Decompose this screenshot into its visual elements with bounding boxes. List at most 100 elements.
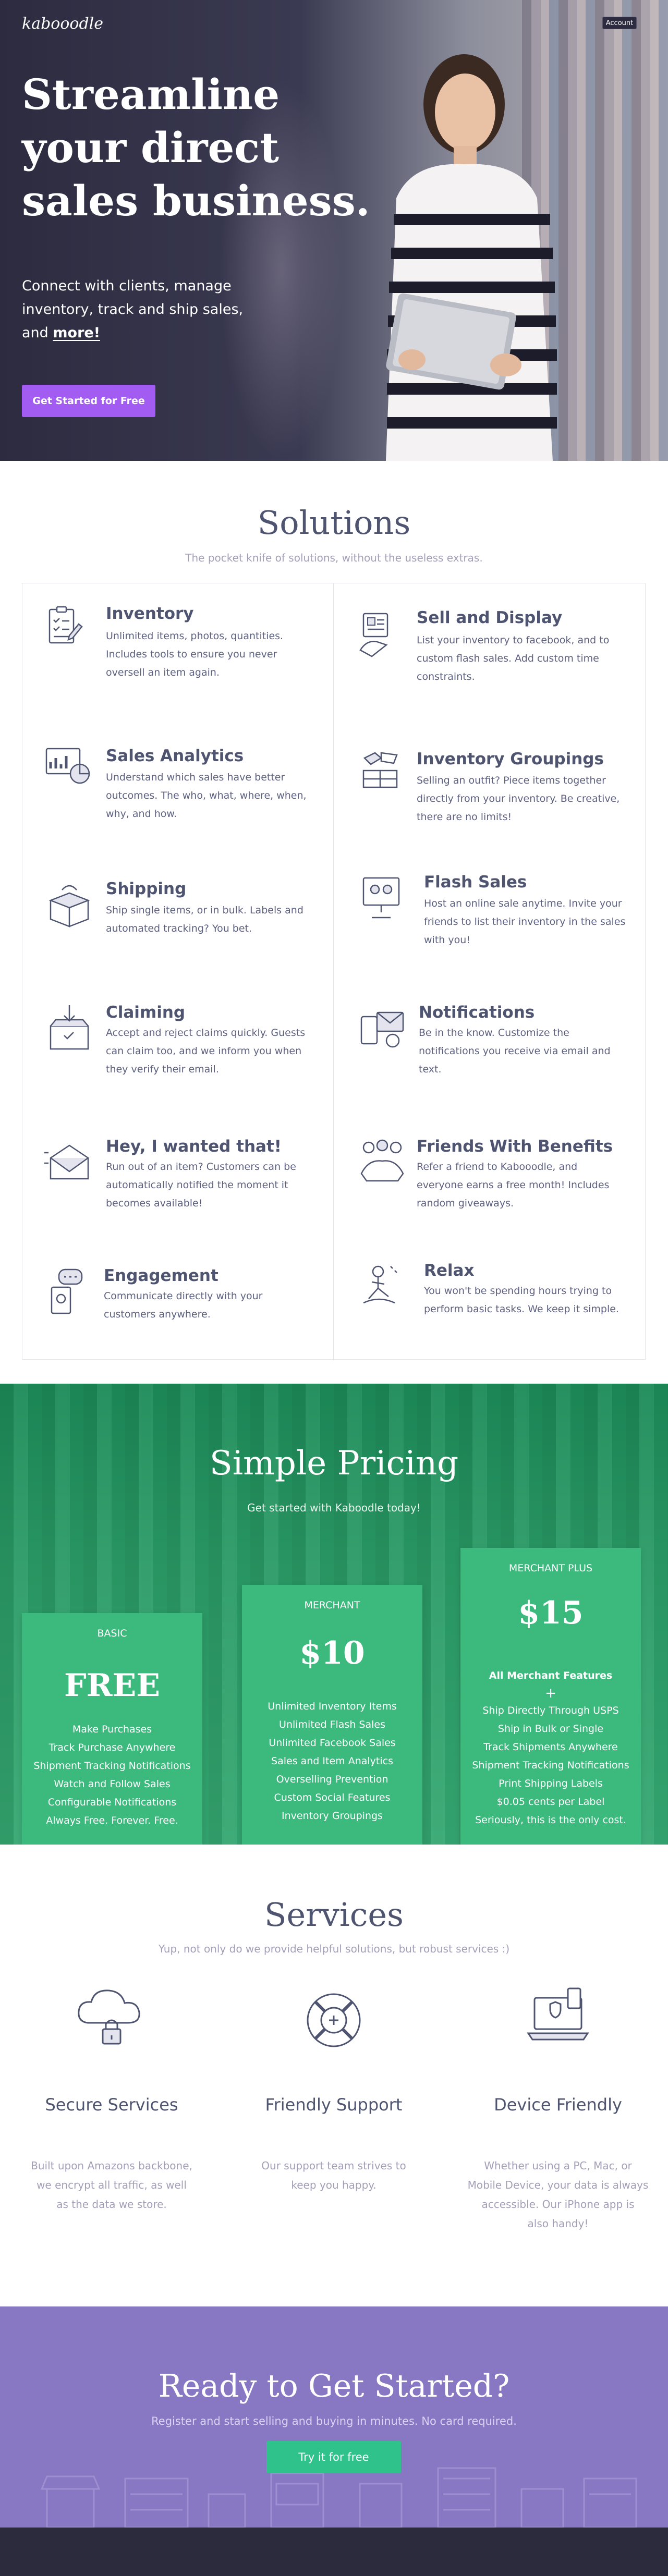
relax-icon xyxy=(363,1265,397,1304)
service-desc-line: Built upon Amazons backbone, xyxy=(31,2159,192,2172)
service-desc: Whether using a PC, Mac, or Mobile Devic… xyxy=(459,2156,657,2233)
groupings-icon xyxy=(362,752,398,788)
plan-feature: Shipment Tracking Notifications xyxy=(472,1760,629,1771)
solution-title: Friends With Benefits xyxy=(417,1137,613,1156)
notification-icon xyxy=(360,1011,404,1048)
solutions-grid: Inventory Unlimited items, photos, quant… xyxy=(22,583,646,1360)
solutions-divider xyxy=(333,583,334,1360)
solution-desc: Host an online sale anytime. Invite your… xyxy=(424,898,626,946)
solution-title: Sell and Display xyxy=(417,608,563,627)
plan-feature: Make Purchases xyxy=(72,1724,152,1735)
plan-name: BASIC xyxy=(97,1628,127,1639)
service-desc-line: keep you happy. xyxy=(291,2179,376,2191)
box-icon xyxy=(48,885,90,927)
plan-price: $10 xyxy=(299,1635,365,1671)
hero-section: kabooodle Account Streamline your direct… xyxy=(0,0,668,461)
claim-box-icon xyxy=(50,1005,89,1050)
solution-desc: Accept and reject claims quickly. Guests… xyxy=(106,1027,306,1075)
plan-merchant[interactable]: MERCHANT $10 Unlimited Inventory Items U… xyxy=(242,1585,422,1845)
pricing-subtitle: Get started with Kaboodle today! xyxy=(247,1501,421,1514)
get-started-free-button[interactable]: Get Started for Free xyxy=(22,385,155,417)
service-title: Device Friendly xyxy=(494,2095,622,2115)
solution-desc: Communicate directly with your customers… xyxy=(104,1290,263,1320)
more-link[interactable]: more! xyxy=(53,325,100,341)
solution-title: Inventory xyxy=(106,604,194,623)
plan-feature: Sales and Item Analytics xyxy=(271,1755,393,1767)
hero-sub-line1: Connect with clients, manage xyxy=(22,278,232,294)
plan-feature: $0.05 cents per Label xyxy=(496,1796,605,1808)
plan-features: Unlimited Inventory Items Unlimited Flas… xyxy=(242,1698,422,1825)
plan-feature: Ship in Bulk or Single xyxy=(497,1723,604,1735)
service-desc: Built upon Amazons backbone, we encrypt … xyxy=(13,2156,211,2214)
plan-merchant-plus[interactable]: MERCHANT PLUS $15 All Merchant Features … xyxy=(460,1548,641,1845)
plan-feature: Configurable Notifications xyxy=(47,1797,177,1808)
cta-section: Ready to Get Started? Register and start… xyxy=(0,2306,668,2528)
plan-feature: Track Purchase Anywhere xyxy=(48,1742,176,1753)
service-desc-line: also handy! xyxy=(527,2217,589,2230)
plan-price: $15 xyxy=(518,1595,584,1631)
flash-sale-icon xyxy=(362,877,400,919)
plan-feature: Always Free. Forever. Free. xyxy=(46,1815,178,1826)
display-icon xyxy=(359,613,388,657)
try-free-button[interactable]: Try it for free xyxy=(266,2441,401,2473)
plan-basic[interactable]: BASIC FREE Make Purchases Track Purchase… xyxy=(22,1613,202,1845)
plan-feature: Unlimited Inventory Items xyxy=(268,1701,397,1712)
solutions-subtitle: The pocket knife of solutions, without t… xyxy=(185,552,483,564)
solution-desc: Refer a friend to Kabooodle, and everyon… xyxy=(417,1161,610,1209)
service-desc-line: we encrypt all traffic, as well xyxy=(37,2179,187,2191)
pricing-section: Simple Pricing Get started with Kaboodle… xyxy=(0,1384,668,1845)
solution-title: Sales Analytics xyxy=(106,747,244,765)
service-desc-line: Our support team strives to xyxy=(261,2159,406,2172)
hero-woman-with-tablet-image xyxy=(386,54,557,461)
plan-name: MERCHANT PLUS xyxy=(508,1562,593,1574)
solution-desc: Selling an outfit? Piece items together … xyxy=(417,775,620,823)
plan-feature: Print Shipping Labels xyxy=(499,1778,603,1789)
account-button[interactable]: Account xyxy=(602,17,637,29)
services-subtitle: Yup, not only do we provide helpful solu… xyxy=(158,1943,510,1955)
service-desc-line: Whether using a PC, Mac, or xyxy=(484,2159,632,2172)
plan-feature: Track Shipments Anywhere xyxy=(483,1741,618,1753)
plan-feature: Inventory Groupings xyxy=(282,1810,383,1822)
plan-feature: Unlimited Facebook Sales xyxy=(269,1737,396,1749)
services-title: Services xyxy=(264,1896,404,1934)
plan-feature-lead: All Merchant Features xyxy=(489,1670,613,1681)
solution-title: Hey, I wanted that! xyxy=(106,1137,282,1156)
plan-feature: Custom Social Features xyxy=(274,1792,391,1803)
clipboard-icon xyxy=(48,606,83,644)
service-title: Friendly Support xyxy=(265,2095,403,2115)
solution-desc: You won't be spending hours trying to pe… xyxy=(424,1285,619,1315)
plan-plus-sign: + xyxy=(545,1686,556,1701)
chat-icon xyxy=(51,1268,83,1314)
solution-title: Claiming xyxy=(106,1003,186,1022)
plan-feature: Ship Directly Through USPS xyxy=(482,1705,619,1716)
plan-features: All Merchant Features + Ship Directly Th… xyxy=(460,1667,641,1829)
plan-price: FREE xyxy=(64,1667,160,1704)
service-secure: Secure Services Built upon Amazons backb… xyxy=(13,1981,211,2226)
solution-desc: Understand which sales have better outco… xyxy=(106,772,307,820)
service-desc: Our support team strives to keep you hap… xyxy=(235,2156,433,2195)
service-device: Device Friendly Whether using a PC, Mac,… xyxy=(459,1981,657,2230)
solution-desc: List your inventory to facebook, and to … xyxy=(417,634,610,682)
solution-desc: Ship single items, or in bulk. Labels an… xyxy=(106,905,303,934)
cta-subtitle: Register and start selling and buying in… xyxy=(151,2415,517,2427)
solution-desc: Unlimited items, photos, quantities. Inc… xyxy=(106,630,284,678)
kabooodle-logo[interactable]: kabooodle xyxy=(22,15,103,33)
service-title: Secure Services xyxy=(45,2095,178,2115)
solution-desc: Be in the know. Customize the notificati… xyxy=(419,1027,611,1075)
hero-subheadline: Connect with clients, manage inventory, … xyxy=(22,274,272,345)
solution-title: Flash Sales xyxy=(424,873,527,892)
solutions-title: Solutions xyxy=(257,504,411,542)
analytics-icon xyxy=(45,748,90,784)
cloud-lock-icon xyxy=(78,1989,140,2045)
pricing-title: Simple Pricing xyxy=(209,1444,459,1483)
plan-features: Make Purchases Track Purchase Anywhere S… xyxy=(22,1720,202,1830)
lifebuoy-icon xyxy=(307,1993,361,2047)
service-desc-line: Mobile Device, your data is always xyxy=(467,2179,649,2191)
footer xyxy=(0,2528,668,2576)
solution-desc: Run out of an item? Customers can be aut… xyxy=(106,1161,296,1209)
plan-feature: Watch and Follow Sales xyxy=(54,1778,171,1790)
hero-sub-line2: inventory, track and ship sales, xyxy=(22,301,244,318)
plan-name: MERCHANT xyxy=(304,1600,360,1611)
mail-alert-icon xyxy=(44,1144,89,1180)
hero-headline: Streamline your direct sales business. xyxy=(22,70,370,225)
